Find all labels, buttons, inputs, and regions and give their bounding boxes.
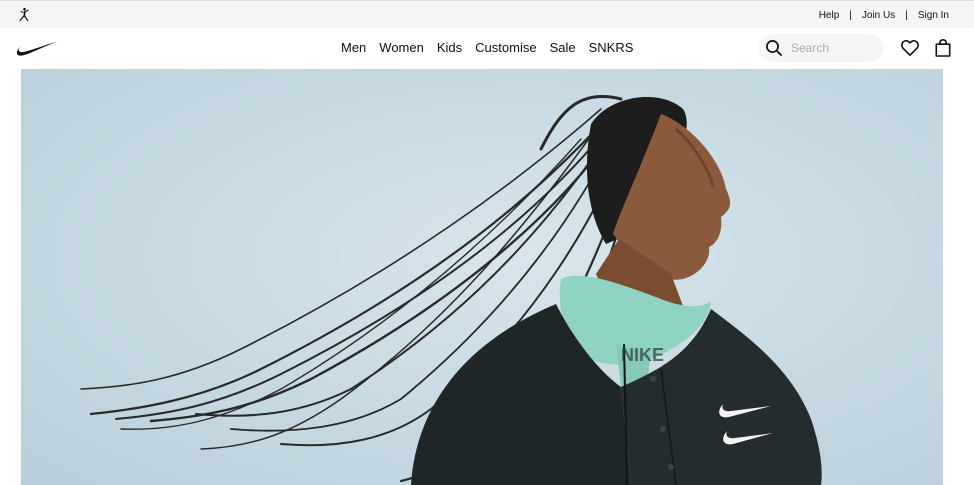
search-bar xyxy=(758,34,884,62)
jordan-jumpman-icon[interactable] xyxy=(16,7,32,23)
nav-sale[interactable]: Sale xyxy=(550,40,576,55)
jacket-print: NIKE xyxy=(621,345,664,365)
nav-kids[interactable]: Kids xyxy=(437,40,462,55)
bag-icon[interactable] xyxy=(933,38,953,58)
nav-customise[interactable]: Customise xyxy=(475,40,536,55)
main-navigation: Men Women Kids Customise Sale SNKRS xyxy=(0,28,974,69)
utility-links: Help | Join Us | Sign In xyxy=(819,1,949,29)
nav-snkrs[interactable]: SNKRS xyxy=(589,40,634,55)
search-icon[interactable] xyxy=(764,38,784,58)
hero-banner[interactable]: NIKE xyxy=(21,69,943,485)
nav-women[interactable]: Women xyxy=(379,40,424,55)
separator: | xyxy=(849,9,852,21)
join-us-link[interactable]: Join Us xyxy=(862,10,895,21)
search-input[interactable] xyxy=(791,41,877,55)
hero-image: NIKE xyxy=(80,94,822,485)
utility-bar: Help | Join Us | Sign In xyxy=(0,0,974,28)
category-menu: Men Women Kids Customise Sale SNKRS xyxy=(336,28,641,66)
heart-icon[interactable] xyxy=(900,38,920,58)
separator: | xyxy=(905,9,908,21)
nav-men[interactable]: Men xyxy=(341,40,366,55)
help-link[interactable]: Help xyxy=(819,10,840,21)
nike-swoosh-icon[interactable] xyxy=(14,40,58,57)
sign-in-link[interactable]: Sign In xyxy=(918,10,949,21)
page-margin xyxy=(943,69,974,485)
